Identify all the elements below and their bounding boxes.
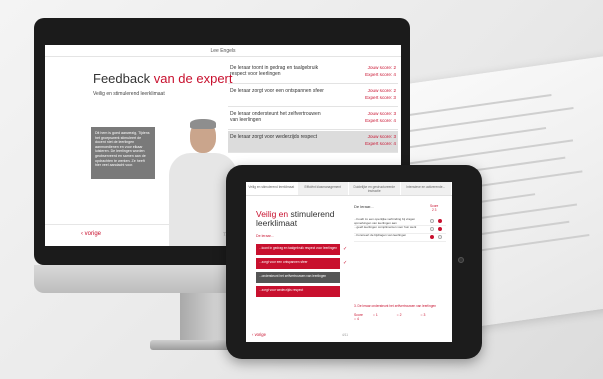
tablet-screen: Veilig en stimulerend leerklimaat Effici…: [246, 182, 452, 342]
expert-score: Expert score: 3: [365, 94, 396, 100]
tab-klasmanagement[interactable]: Efficiënt klasmanagement: [297, 182, 348, 195]
page-subtitle: Veilig en stimulerend leerklimaat: [93, 91, 165, 97]
prev-button[interactable]: ‹ vorige: [81, 231, 101, 237]
prev-label: vorige: [254, 332, 266, 337]
title-plain: Feedback: [93, 71, 151, 86]
tablet-title: Veilig en stimulerend leerklimaat: [256, 210, 356, 228]
your-score: Jouw score: 3: [367, 134, 396, 139]
your-score: Jouw score: 3: [367, 111, 396, 116]
feedback-statement: De leraar zorgt voor wederzijds respect: [230, 134, 317, 140]
rating-item: ...honoreert de bijdragen van leerlingen: [354, 233, 446, 242]
radio-option-2[interactable]: [430, 219, 434, 223]
feedback-list: De leraar toont in gedrag en taalgebruik…: [228, 62, 398, 154]
feedback-statement: De leraar toont in gedrag en taalgebruik…: [230, 65, 319, 77]
score-option[interactable]: ○ 1: [373, 313, 387, 317]
your-score: Jouw score: 2: [367, 65, 396, 70]
rating-item-text: ...honoreert de bijdragen van leerlingen: [354, 233, 407, 237]
intro-label: De leraar...: [256, 234, 274, 238]
statement-button[interactable]: ...zorgt voor wederzijds respect: [256, 286, 340, 297]
radio-option-3[interactable]: [438, 235, 442, 239]
feedback-row: De leraar zorgt voor een ontspannen sfee…: [228, 85, 398, 107]
tablet-tabs: Veilig en stimulerend leerklimaat Effici…: [246, 182, 452, 196]
score-header-values: 2 3: [431, 208, 437, 212]
radio-option-3[interactable]: [438, 227, 442, 231]
your-score: Jouw score: 2: [367, 88, 396, 93]
page-indicator: 4/11: [342, 333, 348, 337]
expert-speech-bubble: Dit hem is goed aanwezig, Tijdens het gr…: [91, 127, 155, 179]
statement-list: ...toont in gedrag en taalgebruik respec…: [256, 244, 350, 300]
statement-button[interactable]: ...toont in gedrag en taalgebruik respec…: [256, 244, 340, 255]
desktop-header: Lee Engels: [45, 45, 401, 57]
feedback-statement: De leraar ondersteunt het zelfvertrouwen…: [230, 111, 321, 123]
expert-score: Expert score: 4: [365, 71, 396, 77]
title-accent: van de expert: [153, 71, 233, 86]
rating-item-text: ...geeft leerlingen complimenten voor hu…: [354, 225, 417, 229]
tab-activerend[interactable]: Intensieve en activerende...: [400, 182, 451, 195]
score-option[interactable]: ○ 2: [397, 313, 411, 317]
radio-option-2[interactable]: [430, 227, 434, 231]
expert-score: Expert score: 4: [365, 117, 396, 123]
home-button: [458, 257, 464, 263]
feedback-row-selected[interactable]: De leraar zorgt voor wederzijds respect …: [228, 131, 398, 153]
feedback-statement: De leraar zorgt voor een ontspannen sfee…: [230, 88, 324, 94]
radio-option-3[interactable]: [438, 219, 442, 223]
expert-score: Expert score: 4: [365, 140, 396, 146]
rating-item-text: ...houdt zo een openlijke verbinding bij…: [354, 217, 416, 225]
score-option[interactable]: ○ 3: [421, 313, 435, 317]
summary-question: 3. De leraar ondersteunt het zelfvertrou…: [354, 304, 437, 308]
score-header: Score 2 3: [430, 204, 438, 212]
tab-instructie[interactable]: Duidelijke en gestructureerde instructie: [349, 182, 400, 195]
prev-button[interactable]: ‹ vorige: [252, 332, 266, 337]
tab-leerklimaat[interactable]: Veilig en stimulerend leerklimaat: [246, 182, 297, 195]
radio-option-2[interactable]: [430, 235, 434, 239]
check-icon: ✓: [343, 260, 348, 266]
feedback-row: De leraar toont in gedrag en taalgebruik…: [228, 62, 398, 84]
summary-score: Score ○ 1 ○ 2 ○ 3 ○ 4: [354, 313, 446, 321]
check-icon: ✓: [343, 246, 348, 252]
rating-panel: De leraar... Score 2 3 ...houdt zo een o…: [354, 204, 446, 242]
prev-label: vorige: [84, 231, 102, 237]
statement-button[interactable]: ...zorgt voor een ontspannen sfeer: [256, 258, 340, 269]
statement-button-active[interactable]: ...ondersteunt het zelfvertrouwen van le…: [256, 272, 340, 283]
score-option[interactable]: ○ 4: [354, 317, 368, 321]
feedback-row: De leraar ondersteunt het zelfvertrouwen…: [228, 108, 398, 130]
page-title: Feedback van de expert: [93, 71, 233, 86]
